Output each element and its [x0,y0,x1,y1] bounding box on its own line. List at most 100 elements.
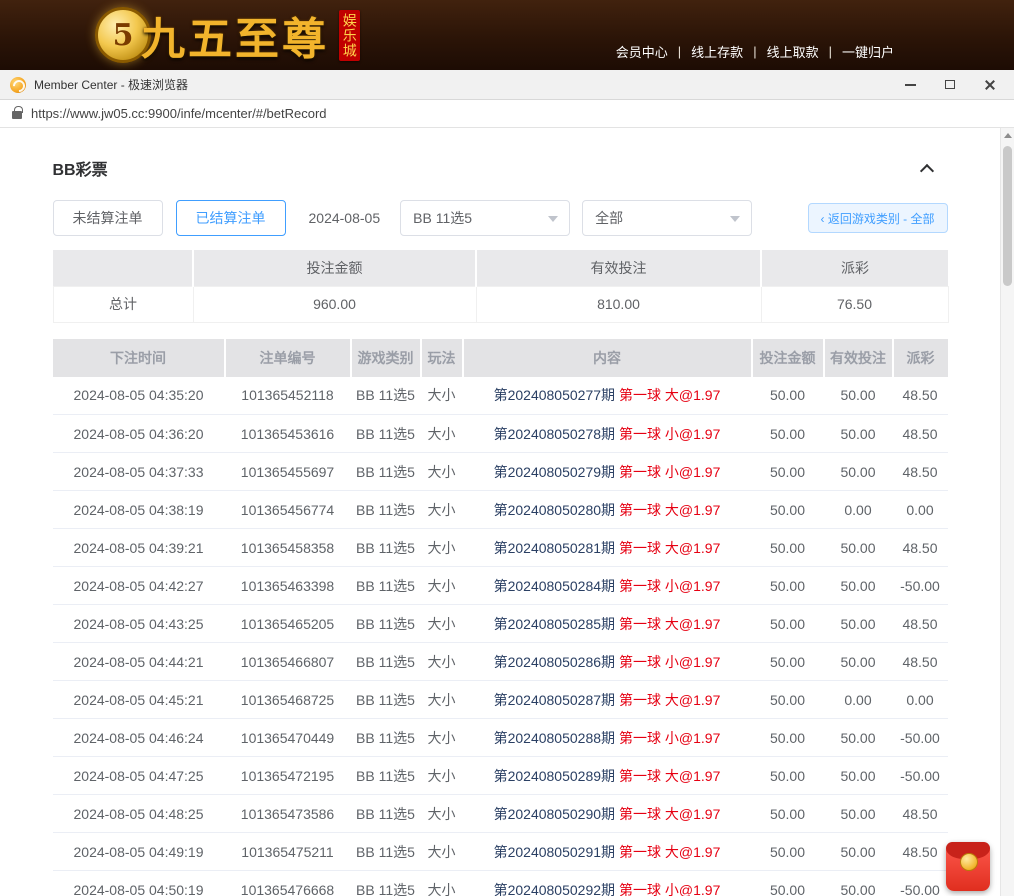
cell-payout: 48.50 [893,377,948,415]
game-select[interactable]: BB 11选5 [400,200,570,236]
cell-order-id: 101365473586 [225,795,351,833]
cell-game-type: BB 11选5 [351,643,421,681]
red-envelope-button[interactable] [946,842,990,891]
cell-payout: -50.00 [893,871,948,896]
minimize-icon [905,84,916,86]
period-text: 第202408050290期 [494,806,615,822]
cell-play-type: 大小 [421,567,463,605]
cell-game-type: BB 11选5 [351,719,421,757]
cell-valid-bet: 50.00 [824,643,893,681]
cell-content: 第202408050291期第一球 大@1.97 [463,833,752,871]
cell-valid-bet: 50.00 [824,453,893,491]
maximize-button[interactable] [936,73,964,97]
scrollbar-thumb[interactable] [1003,146,1012,286]
cell-game-type: BB 11选5 [351,681,421,719]
bet-table-body: 2024-08-05 04:35:20 101365452118 BB 11选5… [53,377,948,896]
cell-payout: 0.00 [893,681,948,719]
cell-bet-amount: 50.00 [752,833,824,871]
cell-payout: -50.00 [893,567,948,605]
cell-play-type: 大小 [421,719,463,757]
cell-bet-amount: 50.00 [752,681,824,719]
period-text: 第202408050291期 [494,844,615,860]
lock-icon [12,111,22,119]
cell-play-type: 大小 [421,529,463,567]
scope-select[interactable]: 全部 [582,200,752,236]
cell-game-type: BB 11选5 [351,453,421,491]
cell-bet-amount: 50.00 [752,795,824,833]
nav-one-key-transfer[interactable]: 一键归户 [842,42,894,61]
cell-game-type: BB 11选5 [351,757,421,795]
pick-text: 第一球 大@1.97 [619,540,720,556]
pick-text: 第一球 大@1.97 [619,387,720,403]
pick-text: 第一球 大@1.97 [619,502,720,518]
cell-payout: 48.50 [893,415,948,453]
nav-member-center[interactable]: 会员中心 [616,42,668,61]
cell-content: 第202408050281期第一球 大@1.97 [463,529,752,567]
nav-online-deposit[interactable]: 线上存款 [691,42,743,61]
period-text: 第202408050280期 [494,502,615,518]
browser-titlebar: Member Center - 极速浏览器 [0,70,1014,100]
close-icon [984,79,996,91]
cell-payout: -50.00 [893,719,948,757]
cell-bet-time: 2024-08-05 04:44:21 [53,643,225,681]
pick-text: 第一球 大@1.97 [619,806,720,822]
col-header-game-type: 游戏类别 [351,339,421,377]
cell-bet-time: 2024-08-05 04:50:19 [53,871,225,896]
vertical-scrollbar[interactable] [1000,128,1014,896]
browser-logo-icon [10,77,26,93]
cell-play-type: 大小 [421,795,463,833]
pick-text: 第一球 大@1.97 [619,692,720,708]
period-text: 第202408050281期 [494,540,615,556]
table-row: 2024-08-05 04:50:19 101365476668 BB 11选5… [53,871,948,896]
cell-content: 第202408050286期第一球 小@1.97 [463,643,752,681]
pick-text: 第一球 大@1.97 [619,844,720,860]
minimize-button[interactable] [896,73,924,97]
pick-text: 第一球 小@1.97 [619,426,720,442]
cell-content: 第202408050292期第一球 小@1.97 [463,871,752,896]
table-row: 2024-08-05 04:48:25 101365473586 BB 11选5… [53,795,948,833]
back-to-category-button[interactable]: ‹ 返回游戏类别 - 全部 [808,203,948,233]
cell-valid-bet: 50.00 [824,757,893,795]
cell-game-type: BB 11选5 [351,833,421,871]
col-header-play-type: 玩法 [421,339,463,377]
cell-payout: 48.50 [893,453,948,491]
cell-order-id: 101365452118 [225,377,351,415]
cell-bet-time: 2024-08-05 04:36:20 [53,415,225,453]
cell-valid-bet: 50.00 [824,833,893,871]
summary-header-valid-bet: 有效投注 [476,250,761,286]
unsettled-bets-button[interactable]: 未结算注单 [53,200,163,236]
scroll-up-button[interactable] [1001,128,1014,143]
date-picker[interactable]: 2024-08-05 [309,210,381,226]
collapse-chevron-up-icon[interactable] [919,163,933,177]
cell-bet-time: 2024-08-05 04:35:20 [53,377,225,415]
cell-payout: -50.00 [893,757,948,795]
screen: 5 九五至尊 娱乐城 会员中心 | 线上存款 | 线上取款 | 一键归户 Mem… [0,0,1014,896]
cell-content: 第202408050278期第一球 小@1.97 [463,415,752,453]
cell-bet-amount: 50.00 [752,719,824,757]
summary-total-label: 总计 [53,286,193,322]
cell-game-type: BB 11选5 [351,605,421,643]
settled-bets-button[interactable]: 已结算注单 [176,200,286,236]
cell-play-type: 大小 [421,491,463,529]
nav-online-withdraw[interactable]: 线上取款 [767,42,819,61]
pick-text: 第一球 大@1.97 [619,616,720,632]
url-text[interactable]: https://www.jw05.cc:9900/infe/mcenter/#/… [31,106,327,121]
cell-content: 第202408050289期第一球 大@1.97 [463,757,752,795]
scope-select-value: 全部 [595,208,623,228]
cell-bet-time: 2024-08-05 04:39:21 [53,529,225,567]
cell-bet-time: 2024-08-05 04:38:19 [53,491,225,529]
col-header-bet-amount: 投注金额 [752,339,824,377]
scroll-up-arrow-icon [1004,133,1012,138]
table-row: 2024-08-05 04:38:19 101365456774 BB 11选5… [53,491,948,529]
address-bar[interactable]: https://www.jw05.cc:9900/infe/mcenter/#/… [0,100,1014,128]
filter-bar: 未结算注单 已结算注单 2024-08-05 BB 11选5 全部 ‹ 返回游戏… [53,200,948,236]
table-row: 2024-08-05 04:49:19 101365475211 BB 11选5… [53,833,948,871]
col-header-payout: 派彩 [893,339,948,377]
table-row: 2024-08-05 04:39:21 101365458358 BB 11选5… [53,529,948,567]
cell-play-type: 大小 [421,605,463,643]
period-text: 第202408050279期 [494,464,615,480]
table-row: 2024-08-05 04:44:21 101365466807 BB 11选5… [53,643,948,681]
cell-game-type: BB 11选5 [351,415,421,453]
close-button[interactable] [976,73,1004,97]
cell-valid-bet: 50.00 [824,377,893,415]
